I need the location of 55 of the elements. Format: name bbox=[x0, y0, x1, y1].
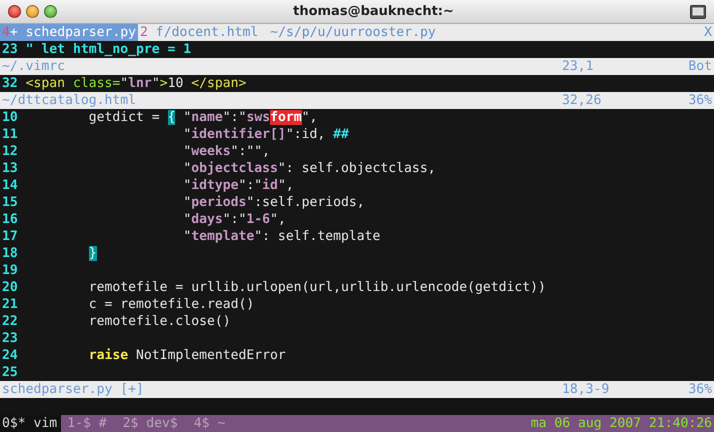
code-line: "objectclass": self.objectclass, bbox=[182, 160, 436, 177]
screen-window-tab[interactable]: 4$ ~ bbox=[188, 415, 236, 432]
line-number: 22 bbox=[1, 313, 19, 330]
line-number: 24 bbox=[1, 347, 19, 364]
line-number: 18 bbox=[1, 245, 19, 262]
clock: ma 06 aug 2007 21:40:26 bbox=[530, 415, 713, 432]
scroll-position: 36% bbox=[687, 381, 712, 398]
close-tab-button[interactable]: X bbox=[704, 24, 714, 41]
close-button[interactable] bbox=[8, 5, 21, 18]
line-number: 13 bbox=[1, 160, 19, 177]
cursor-position: 23,1 bbox=[562, 58, 595, 75]
line-number: 16 bbox=[1, 211, 19, 228]
buffer-tab[interactable]: ~/s/p/u/uurrooster.py bbox=[260, 24, 438, 41]
code-line: "days":"1-6", bbox=[182, 211, 286, 228]
code-line: c = remotefile.read() bbox=[88, 296, 254, 313]
line-number: 21 bbox=[1, 296, 19, 313]
code-line: "template": self.template bbox=[182, 228, 380, 245]
line-number: 12 bbox=[1, 143, 19, 160]
status-file-name: ~/dttcatalog.html bbox=[2, 92, 136, 109]
code-line: getdict = { "name":"swsform", bbox=[88, 109, 318, 126]
status-file-name: schedparser.py [+] bbox=[2, 381, 144, 398]
line-number: 19 bbox=[1, 262, 19, 279]
code-line: raise NotImplementedError bbox=[88, 347, 286, 364]
screen-window-tab[interactable]: 1-$ # bbox=[61, 415, 117, 432]
line-number: 17 bbox=[1, 228, 19, 245]
line-number: 23 bbox=[1, 330, 19, 347]
line-number: 20 bbox=[1, 279, 19, 296]
screen-window-tab[interactable]: 2$ dev$ bbox=[116, 415, 188, 432]
code-line: "idtype":"id", bbox=[182, 177, 294, 194]
scroll-position: Bot bbox=[687, 58, 712, 75]
code-line: remotefile.close() bbox=[88, 313, 231, 330]
minimize-button[interactable] bbox=[26, 5, 39, 18]
line-number: 10 bbox=[1, 109, 19, 126]
code-line: "periods":self.periods, bbox=[182, 194, 365, 211]
cursor-position: 32,26 bbox=[562, 92, 602, 109]
status-file-name: ~/.vimrc bbox=[2, 58, 66, 75]
terminal-icon[interactable] bbox=[690, 4, 706, 18]
line-number: 23 bbox=[1, 41, 19, 58]
code-line: <span class="lnr">10 </span> bbox=[26, 75, 246, 92]
buffer-tab[interactable]: 4+ schedparser.py bbox=[0, 24, 138, 41]
line-number: 15 bbox=[1, 194, 19, 211]
line-number: 14 bbox=[1, 177, 19, 194]
code-line: "weeks":"", bbox=[182, 143, 270, 160]
window-title: thomas@bauknecht:~ bbox=[292, 4, 455, 19]
code-line: remotefile = urllib.urlopen(url,urllib.urlencode(getdict)) bbox=[88, 279, 546, 296]
line-number: 11 bbox=[1, 126, 19, 143]
line-number: 25 bbox=[1, 364, 19, 381]
scroll-position: 36% bbox=[687, 92, 712, 109]
screen-window-tab[interactable]: 0$* vim bbox=[0, 415, 62, 432]
cursor-position: 18,3-9 bbox=[562, 381, 610, 398]
line-number: 32 bbox=[1, 75, 19, 92]
maximize-button[interactable] bbox=[44, 5, 57, 18]
code-line: " let html_no_pre = 1 bbox=[26, 41, 192, 58]
buffer-tab[interactable]: 2 f/docent.html bbox=[138, 24, 260, 41]
code-line: "identifier[]":id, ## bbox=[182, 126, 349, 143]
